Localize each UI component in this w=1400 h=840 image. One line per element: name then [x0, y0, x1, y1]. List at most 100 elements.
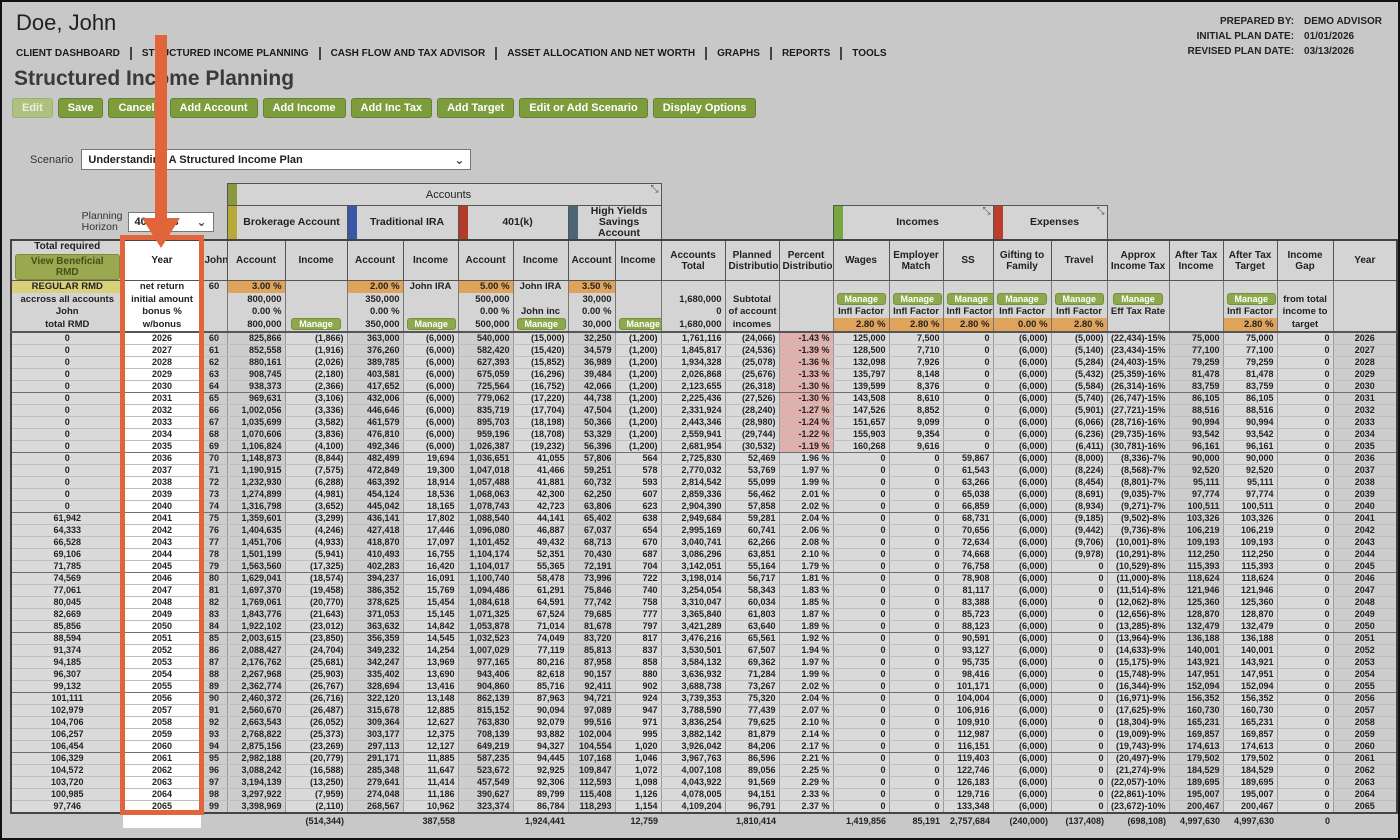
ss-cell: 83,388 [942, 596, 994, 609]
ss-cell: 0 [942, 428, 994, 441]
planning-horizon-select[interactable]: 40 years ⌄ [127, 212, 214, 233]
total-required-cell: 96,307 [10, 668, 124, 681]
wages-cell: 139,599 [832, 380, 890, 393]
manage-button[interactable]: Manage [997, 293, 1047, 305]
nav-graphs[interactable]: GRAPHS [717, 48, 760, 59]
scenario-select[interactable]: Understanding A Structured Income Plan ⌄ [81, 149, 472, 170]
planned-distribution-cell: 94,151 [724, 788, 780, 801]
travel-cell: (5,284) [1050, 356, 1108, 369]
401k-account-cell: 1,100,740 [457, 572, 514, 585]
edit-or-add-scenario-button[interactable]: Edit or Add Scenario [519, 98, 648, 118]
401k-account-cell: 675,059 [457, 368, 514, 381]
traditional-ira-account-cell: 291,171 [346, 752, 404, 765]
add-target-button[interactable]: Add Target [437, 98, 515, 118]
john-age-cell: 86 [200, 644, 228, 657]
manage-button[interactable]: Manage [1113, 293, 1163, 305]
gifting-to-family-cell: (6,000) [992, 596, 1052, 609]
401k-account-cell: 649,219 [457, 740, 514, 753]
income-gap-cell: 0 [1276, 548, 1334, 561]
traditional-ira-income-cell: 14,254 [402, 644, 459, 657]
travel-cell: 0 [1050, 608, 1108, 621]
employer-match-cell: Infl Factor [888, 306, 944, 318]
manage-button[interactable]: Manage [1226, 293, 1277, 305]
hys-income-cell [614, 306, 662, 318]
planned-distribution-cell: 89,056 [724, 764, 780, 777]
percent-distribution-cell: 1.89 % [778, 620, 834, 633]
nav-cash-flow-tax-advisor[interactable]: CASH FLOW AND TAX ADVISOR [331, 48, 486, 59]
ss-cell: 63,266 [942, 476, 994, 489]
ss-cell: 101,171 [942, 680, 994, 693]
year-right-cell: 2050 [1332, 620, 1398, 633]
add-inc-tax-button[interactable]: Add Inc Tax [350, 98, 433, 118]
manage-button[interactable]: Manage [1054, 293, 1105, 305]
approx-income-tax-cell: (20,497)-9% [1106, 752, 1170, 765]
nav-structured-income-planning[interactable]: STRUCTURED INCOME PLANNING [142, 48, 309, 59]
manage-button[interactable]: Manage [836, 293, 887, 305]
manage-button[interactable]: Manage [291, 318, 341, 330]
display-options-button[interactable]: Display Options [652, 98, 757, 118]
john-age-cell: 84 [200, 620, 228, 633]
brokerage-income-cell: (24,704) [284, 644, 348, 657]
employer-match-cell: 0 [888, 536, 944, 549]
manage-button[interactable]: Manage [892, 293, 943, 305]
nav-tools[interactable]: TOOLS [852, 48, 886, 59]
hys-income-cell: 623 [614, 500, 662, 513]
cancel-button[interactable]: Cancel [108, 98, 165, 118]
collapse-incomes-icon[interactable]: ⤡ [983, 206, 991, 217]
401k-income-cell: John IRA [512, 280, 569, 293]
nav-client-dashboard[interactable]: CLIENT DASHBOARD [16, 48, 120, 59]
edit-button[interactable]: Edit [12, 98, 53, 118]
manage-button[interactable]: Manage [406, 318, 457, 330]
manage-button[interactable]: Manage [618, 318, 661, 330]
income-gap-cell: from total [1276, 293, 1334, 306]
add-income-button[interactable]: Add Income [262, 98, 346, 118]
manage-button[interactable]: Manage [516, 318, 567, 330]
brokerage-income-cell [284, 306, 348, 318]
percent-distribution-cell [778, 280, 834, 293]
john-age-cell: 70 [200, 452, 228, 465]
table-row: 0 2037 71 1,190,915 (7,575) 472,849 19,300 1,04… [10, 464, 1398, 477]
travel-cell: 0 [1050, 632, 1108, 645]
brokerage-account-cell: 1,563,560 [226, 560, 286, 573]
employer-match-cell: 8,610 [888, 392, 944, 405]
total-required-cell: 91,374 [10, 644, 124, 657]
year-left-total-cell [123, 813, 201, 828]
john-age-cell: 68 [200, 428, 228, 441]
collapse-expenses-icon[interactable]: ⤡ [1097, 206, 1105, 217]
401k-account-cell: 1,032,523 [457, 632, 514, 645]
after-tax-income-cell: 165,231 [1168, 716, 1224, 729]
accounts-total-cell: 2,123,655 [660, 380, 726, 393]
ss-cell: 109,910 [942, 716, 994, 729]
401k-account-cell: 0.00 % [457, 306, 514, 318]
after-tax-target-cell: 100,511 [1222, 500, 1278, 513]
planned-distribution-cell: 63,851 [724, 548, 780, 561]
john-age-cell: 90 [200, 692, 228, 705]
revised-plan-date-label: REVISED PLAN DATE: [1187, 46, 1295, 57]
hys-income-cell: 880 [614, 668, 662, 681]
total-required-cell: 102,979 [10, 704, 124, 717]
add-account-button[interactable]: Add Account [169, 98, 258, 118]
view-beneficial-rmd-button[interactable]: View Beneficial RMD [15, 254, 120, 280]
traditional-ira-income-cell: 16,420 [402, 560, 459, 573]
planned-distribution-cell: 91,569 [724, 776, 780, 789]
employer-match-cell: 0 [888, 752, 944, 765]
employer-match-cell: 0 [888, 596, 944, 609]
nav-reports[interactable]: REPORTS [782, 48, 830, 59]
hys-income-cell: 638 [614, 512, 662, 525]
after-tax-target-cell: 121,946 [1222, 584, 1278, 597]
hys-income-cell: 578 [614, 464, 662, 477]
collapse-accounts-icon[interactable]: ⤡ [651, 185, 659, 196]
wages-cell: 0 [832, 788, 890, 801]
ss-cell: 122,746 [942, 764, 994, 777]
year-left-cell: 2057 [122, 704, 202, 717]
year-left-cell: 2044 [122, 548, 202, 561]
nav-asset-allocation-net-worth[interactable]: ASSET ALLOCATION AND NET WORTH [507, 48, 695, 59]
year-right-cell: 2041 [1332, 512, 1398, 525]
hys-account-cell: 30,000 [567, 318, 616, 333]
ss-cell: Infl Factor [942, 306, 994, 318]
manage-button[interactable]: Manage [946, 293, 993, 305]
brokerage-account-cell: 2,267,968 [226, 668, 286, 681]
save-button[interactable]: Save [57, 98, 104, 118]
prepared-by-label: PREPARED BY: [1219, 16, 1295, 27]
planned-distribution-cell: 73,267 [724, 680, 780, 693]
